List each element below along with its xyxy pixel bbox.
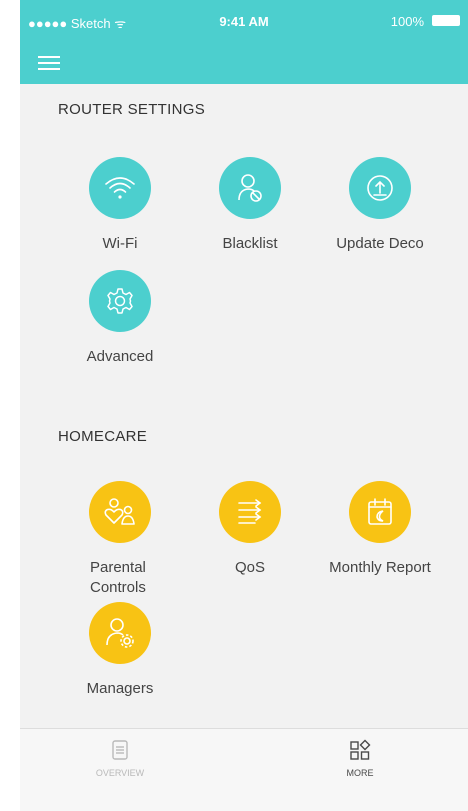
parental-controls-tile[interactable]: Parental Controls (50, 481, 190, 598)
blacklist-label: Blacklist (222, 235, 278, 252)
update-deco-label: Update Deco (336, 235, 424, 252)
update-deco-tile[interactable]: Update Deco (310, 157, 450, 254)
manager-user-gear-icon (89, 602, 151, 664)
update-upload-icon (349, 157, 411, 219)
qos-label: QoS (234, 559, 265, 576)
qos-arrows-icon (219, 481, 281, 543)
managers-label: Managers (86, 680, 154, 697)
battery-icon (432, 15, 460, 26)
top-bar: ●●●●● Sketch ᯤ 9:41 AM 100% (20, 0, 468, 84)
blacklist-tile[interactable]: Blacklist (180, 157, 320, 254)
hamburger-menu-icon[interactable] (36, 52, 62, 72)
bottom-tab-bar: OVERVIEW MORE (20, 728, 468, 811)
blacklist-user-icon (219, 157, 281, 219)
tab-overview-label: OVERVIEW (95, 768, 145, 778)
tab-more[interactable]: MORE (300, 729, 420, 811)
wifi-label: Wi-Fi (102, 235, 138, 252)
wifi-tile[interactable]: Wi-Fi (50, 157, 190, 254)
managers-tile[interactable]: Managers (50, 602, 190, 699)
parental-controls-icon (89, 481, 151, 543)
tab-more-label: MORE (346, 768, 374, 778)
status-bar: ●●●●● Sketch ᯤ 9:41 AM 100% (20, 0, 468, 44)
qos-tile[interactable]: QoS (180, 481, 320, 578)
wifi-icon (89, 157, 151, 219)
parental-controls-label: Parental Controls (90, 559, 146, 596)
gear-icon (89, 270, 151, 332)
homecare-title: HOMECARE (58, 428, 148, 445)
router-settings-title: ROUTER SETTINGS (58, 101, 206, 118)
more-grid-icon (300, 739, 420, 766)
battery-percent: 100% (390, 14, 424, 29)
tab-overview[interactable]: OVERVIEW (60, 729, 180, 811)
phone-screen: ●●●●● Sketch ᯤ 9:41 AM 100% ROUTER SETTI… (20, 0, 468, 811)
monthly-report-label: Monthly Report (329, 559, 431, 576)
advanced-tile[interactable]: Advanced (50, 270, 190, 367)
calendar-report-icon (349, 481, 411, 543)
overview-list-icon (60, 739, 180, 766)
monthly-report-tile[interactable]: Monthly Report (310, 481, 450, 578)
advanced-label: Advanced (86, 348, 154, 365)
